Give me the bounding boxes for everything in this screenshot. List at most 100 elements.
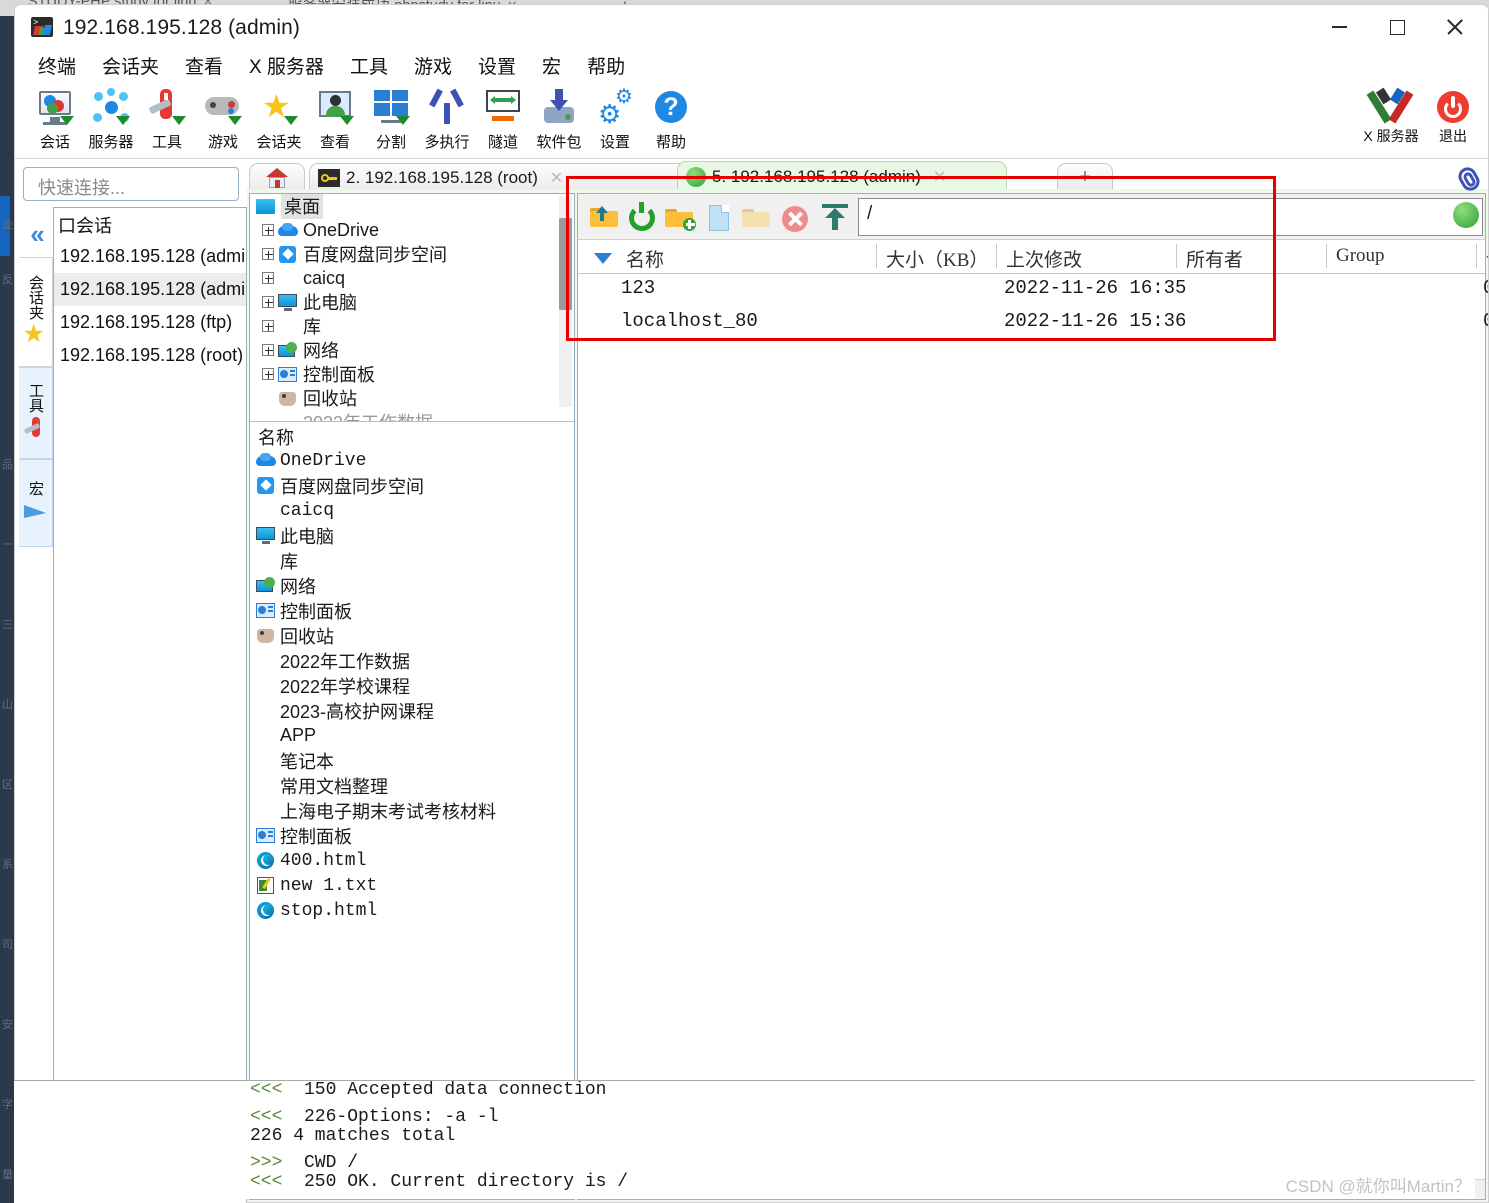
list-item[interactable]: 笔记本	[250, 748, 574, 773]
sidebar-tab-sessions-folder[interactable]: 会话夹 ★	[19, 257, 53, 367]
tree-item-onedrive[interactable]: OneDrive	[250, 218, 574, 242]
toolbar-servers[interactable]: 服务器	[83, 83, 139, 157]
toolbar-games[interactable]: 游戏	[195, 83, 251, 157]
sidebar-tab-macros[interactable]: 宏	[19, 459, 53, 547]
column-divider[interactable]	[1326, 244, 1327, 268]
list-item[interactable]: caicq	[250, 498, 574, 523]
maximize-button[interactable]	[1368, 5, 1426, 49]
toolbar-tools[interactable]: 工具	[139, 83, 195, 157]
list-item[interactable]: 库	[250, 548, 574, 573]
home-tab[interactable]	[249, 163, 305, 191]
list-item[interactable]: 2022年工作数据	[250, 648, 574, 673]
toolbar-split[interactable]: 分割	[363, 83, 419, 157]
list-item[interactable]: 2023-高校护网课程	[250, 698, 574, 723]
expand-icon[interactable]	[262, 368, 274, 380]
close-icon[interactable]: ✕	[550, 168, 563, 188]
toolbar-exit[interactable]: 退出	[1422, 83, 1484, 157]
toolbar-multiexec[interactable]: 多执行	[419, 83, 475, 157]
list-item[interactable]: 控制面板	[250, 823, 574, 848]
tree-item-library[interactable]: 库	[250, 314, 574, 338]
list-item[interactable]: 上海电子期末考试考核材料	[250, 798, 574, 823]
menu-view[interactable]: 查看	[172, 50, 236, 81]
toolbar-tunneling[interactable]: 隧道	[475, 83, 531, 157]
column-divider[interactable]	[1476, 244, 1477, 268]
add-terminal-tab-button[interactable]: +	[1057, 163, 1113, 191]
menu-macros[interactable]: 宏	[529, 50, 574, 81]
list-item[interactable]: 400.html	[250, 848, 574, 873]
column-divider[interactable]	[1176, 244, 1177, 268]
tree-item-partial[interactable]: 2022年工作数据	[250, 410, 574, 421]
toolbar-session[interactable]: 会话	[27, 83, 83, 157]
new-folder-button[interactable]	[664, 200, 698, 234]
toolbar-xserver[interactable]: X 服务器	[1360, 83, 1422, 157]
new-file-button[interactable]	[702, 200, 736, 234]
upload-button[interactable]	[818, 200, 852, 234]
tree-item-thispc[interactable]: 此电脑	[250, 290, 574, 314]
session-item-4[interactable]: 192.168.195.128 (root)	[54, 339, 246, 372]
toolbar-settings[interactable]: ⚙ ⚙ 设置	[587, 83, 643, 157]
collapse-sidebar-button[interactable]: «	[19, 215, 53, 253]
table-row[interactable]: 123 2022-11-26 16:35 07	[578, 274, 1488, 307]
expand-icon[interactable]	[262, 320, 274, 332]
menu-sessions[interactable]: 会话夹	[89, 50, 172, 81]
refresh-button[interactable]	[626, 200, 660, 234]
remote-path-input[interactable]: /	[858, 198, 1483, 236]
tree-item-recyclebin[interactable]: 回收站	[250, 386, 574, 410]
tree-item-caicq[interactable]: caicq	[250, 266, 574, 290]
menu-terminal[interactable]: 终端	[25, 50, 89, 81]
list-item[interactable]: 百度网盘同步空间	[250, 473, 574, 498]
tree-item-baidu[interactable]: 百度网盘同步空间	[250, 242, 574, 266]
list-item[interactable]: 此电脑	[250, 523, 574, 548]
list-item[interactable]: 网络	[250, 573, 574, 598]
column-divider[interactable]	[996, 244, 997, 268]
tree-item-desktop[interactable]: 桌面	[250, 194, 574, 219]
menu-help[interactable]: 帮助	[574, 50, 638, 81]
expand-icon[interactable]	[262, 272, 274, 284]
quick-connect-input[interactable]: 快速连接...	[23, 167, 239, 201]
open-folder-button[interactable]	[740, 200, 774, 234]
session-item-2[interactable]: 192.168.195.128 (admin)	[54, 273, 246, 306]
toolbar-sessions-folder[interactable]: ★ 会话夹	[251, 83, 307, 157]
toolbar-packages[interactable]: 软件包	[531, 83, 587, 157]
menu-xserver[interactable]: X 服务器	[236, 50, 337, 81]
list-item[interactable]: OneDrive	[250, 448, 574, 473]
list-item[interactable]: 2022年学校课程	[250, 673, 574, 698]
list-item[interactable]: new 1.txt	[250, 873, 574, 898]
session-item-3[interactable]: 192.168.195.128 (ftp)	[54, 306, 246, 339]
column-group[interactable]: Group	[1336, 245, 1385, 267]
terminal-tab-root[interactable]: 2. 192.168.195.128 (root) ✕	[309, 163, 714, 191]
toolbar-view[interactable]: 查看	[307, 83, 363, 157]
expand-icon[interactable]	[262, 344, 274, 356]
menu-settings[interactable]: 设置	[465, 50, 529, 81]
list-item[interactable]: 控制面板	[250, 598, 574, 623]
table-row[interactable]: localhost_80 2022-11-26 15:36 07	[578, 307, 1488, 340]
tree-item-controlpanel[interactable]: 控制面板	[250, 362, 574, 386]
column-divider[interactable]	[876, 244, 877, 268]
parent-directory-button[interactable]	[588, 200, 622, 234]
close-icon[interactable]: ✕	[933, 167, 946, 187]
list-item[interactable]: 回收站	[250, 623, 574, 648]
paperclip-icon[interactable]	[1455, 164, 1484, 194]
close-button[interactable]	[1426, 5, 1484, 49]
session-item-1[interactable]: 192.168.195.128 (admin)	[54, 240, 246, 273]
column-size[interactable]: 大小（KB）	[886, 245, 988, 272]
minimize-button[interactable]	[1310, 5, 1368, 49]
delete-button[interactable]	[778, 200, 812, 234]
list-item[interactable]: APP	[250, 723, 574, 748]
menu-games[interactable]: 游戏	[401, 50, 465, 81]
terminal-tab-admin[interactable]: 5. 192.168.195.128 (admin) ✕	[677, 161, 1007, 191]
expand-icon[interactable]	[262, 296, 274, 308]
toolbar-help[interactable]: ? 帮助	[643, 83, 699, 157]
column-modified[interactable]: 上次修改	[1006, 245, 1082, 272]
expand-icon[interactable]	[262, 224, 274, 236]
expand-icon[interactable]	[262, 248, 274, 260]
column-owner[interactable]: 所有者	[1186, 245, 1243, 272]
sidebar-tab-tools[interactable]: 工具	[19, 367, 53, 459]
list-item[interactable]: stop.html	[250, 898, 574, 923]
tree-item-network[interactable]: 网络	[250, 338, 574, 362]
menu-tools[interactable]: 工具	[337, 50, 401, 81]
list-item[interactable]: 常用文档整理	[250, 773, 574, 798]
column-name[interactable]: 名称	[626, 245, 664, 272]
sort-descending-icon[interactable]	[594, 253, 612, 264]
folder-icon	[256, 752, 276, 769]
